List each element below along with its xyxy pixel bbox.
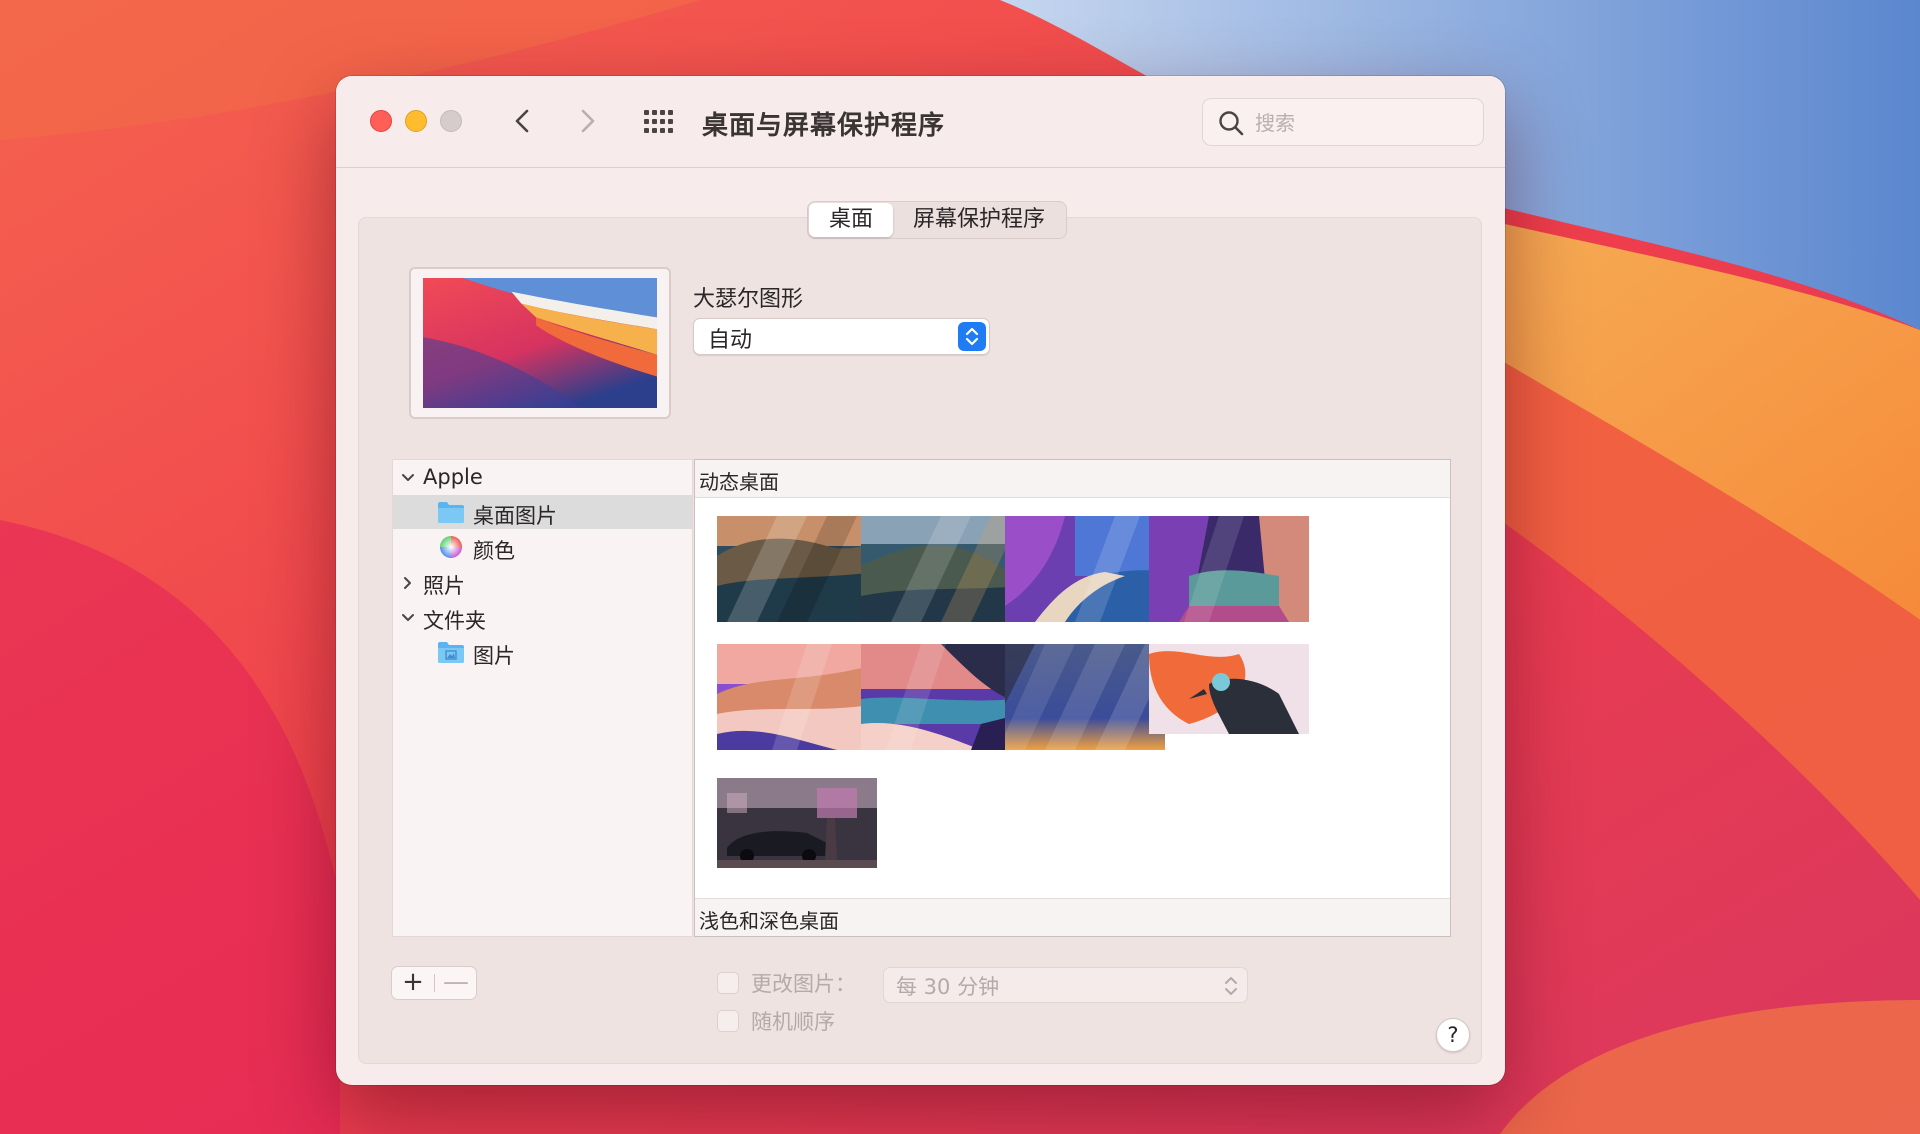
- zoom-button[interactable]: [440, 110, 462, 132]
- current-wallpaper-preview: [409, 267, 671, 419]
- sidebar-item-label: 颜色: [473, 539, 515, 563]
- section-light-dark-desktop: 浅色和深色桌面: [695, 898, 1450, 936]
- tab-screen-saver[interactable]: 屏幕保护程序: [893, 203, 1065, 237]
- big-sur-valley-thumbnail[interactable]: [1149, 516, 1309, 622]
- help-button[interactable]: ?: [1436, 1018, 1470, 1052]
- appearance-value: 自动: [708, 328, 753, 353]
- remove-folder-button[interactable]: —: [435, 967, 477, 999]
- sidebar-item-photos[interactable]: 照片: [393, 565, 692, 599]
- blue-gradient-thumbnail[interactable]: [1005, 644, 1165, 750]
- close-button[interactable]: [370, 110, 392, 132]
- tab-desktop[interactable]: 桌面: [809, 203, 894, 237]
- chevron-right-icon: [581, 109, 595, 133]
- popup-arrows-icon: [958, 322, 986, 351]
- sidebar-item-label: Apple: [423, 465, 483, 489]
- sidebar-item-label: 文件夹: [423, 609, 486, 633]
- disclosure-right-icon[interactable]: [399, 573, 417, 591]
- section-dynamic-desktop: 动态桌面: [695, 460, 1450, 498]
- wallpaper-gallery: 动态桌面 浅色和深色桌面: [694, 459, 1451, 937]
- desktop-pane: 桌面 屏幕保护程序 大瑟尔图形 自动 Apple 桌面图片 颜色 照片 文件夹 …: [358, 201, 1482, 1064]
- folder-icon: [437, 499, 465, 525]
- orange-bird-thumbnail[interactable]: [1149, 644, 1309, 734]
- sidebar-item-colors[interactable]: 颜色: [393, 530, 692, 564]
- wallpaper-name: 大瑟尔图形: [693, 287, 804, 312]
- cyberpunk-car-thumbnail[interactable]: [717, 778, 877, 868]
- sidebar-item-pictures[interactable]: 图片: [393, 635, 692, 669]
- random-order-label: 随机顺序: [751, 1010, 835, 1034]
- show-all-button[interactable]: [642, 108, 676, 136]
- title-bar: 桌面与屏幕保护程序: [336, 76, 1505, 168]
- sidebar-item-apple[interactable]: Apple: [393, 460, 692, 494]
- change-picture-checkbox[interactable]: [717, 972, 739, 994]
- big-sur-dunes-thumbnail[interactable]: [717, 644, 877, 750]
- back-button[interactable]: [506, 104, 540, 138]
- grid-icon: [644, 110, 673, 133]
- popup-arrows-icon: [1223, 975, 1239, 997]
- search-field[interactable]: [1202, 98, 1484, 146]
- appearance-popup[interactable]: 自动: [693, 318, 990, 355]
- tab-bar: 桌面 屏幕保护程序: [807, 201, 1068, 239]
- disclosure-down-icon[interactable]: [399, 608, 417, 626]
- random-order-checkbox[interactable]: [717, 1010, 739, 1032]
- disclosure-down-icon[interactable]: [399, 468, 417, 486]
- minimize-button[interactable]: [405, 110, 427, 132]
- catalina-island-thumbnail[interactable]: [861, 516, 1021, 622]
- preferences-window: 桌面与屏幕保护程序 桌面 屏幕保护程序: [336, 76, 1505, 1085]
- sidebar-item-label: 照片: [423, 574, 465, 598]
- sidebar-item-label: 桌面图片: [473, 504, 557, 528]
- change-picture-label: 更改图片：: [751, 972, 856, 996]
- pictures-folder-icon: [437, 639, 465, 665]
- change-interval-popup[interactable]: 每 30 分钟: [883, 967, 1248, 1003]
- add-folder-button[interactable]: +: [392, 967, 434, 999]
- change-interval-value: 每 30 分钟: [896, 975, 1000, 999]
- forward-button[interactable]: [570, 104, 604, 138]
- big-sur-coast-purple-thumbnail[interactable]: [1005, 516, 1165, 622]
- search-input[interactable]: [1255, 108, 1465, 138]
- sidebar-item-label: 图片: [473, 644, 515, 668]
- catalina-day-thumbnail[interactable]: [717, 516, 877, 622]
- sidebar-item-desktop-pictures[interactable]: 桌面图片: [393, 495, 692, 529]
- big-sur-shore-thumbnail[interactable]: [861, 644, 1021, 750]
- add-remove-control: + —: [391, 966, 477, 1000]
- chevron-left-icon: [515, 109, 529, 133]
- search-icon: [1217, 109, 1245, 137]
- sidebar-item-folders[interactable]: 文件夹: [393, 600, 692, 634]
- color-wheel-icon: [437, 534, 465, 560]
- source-list: Apple 桌面图片 颜色 照片 文件夹 图片: [392, 459, 693, 937]
- window-title: 桌面与屏幕保护程序: [702, 111, 946, 141]
